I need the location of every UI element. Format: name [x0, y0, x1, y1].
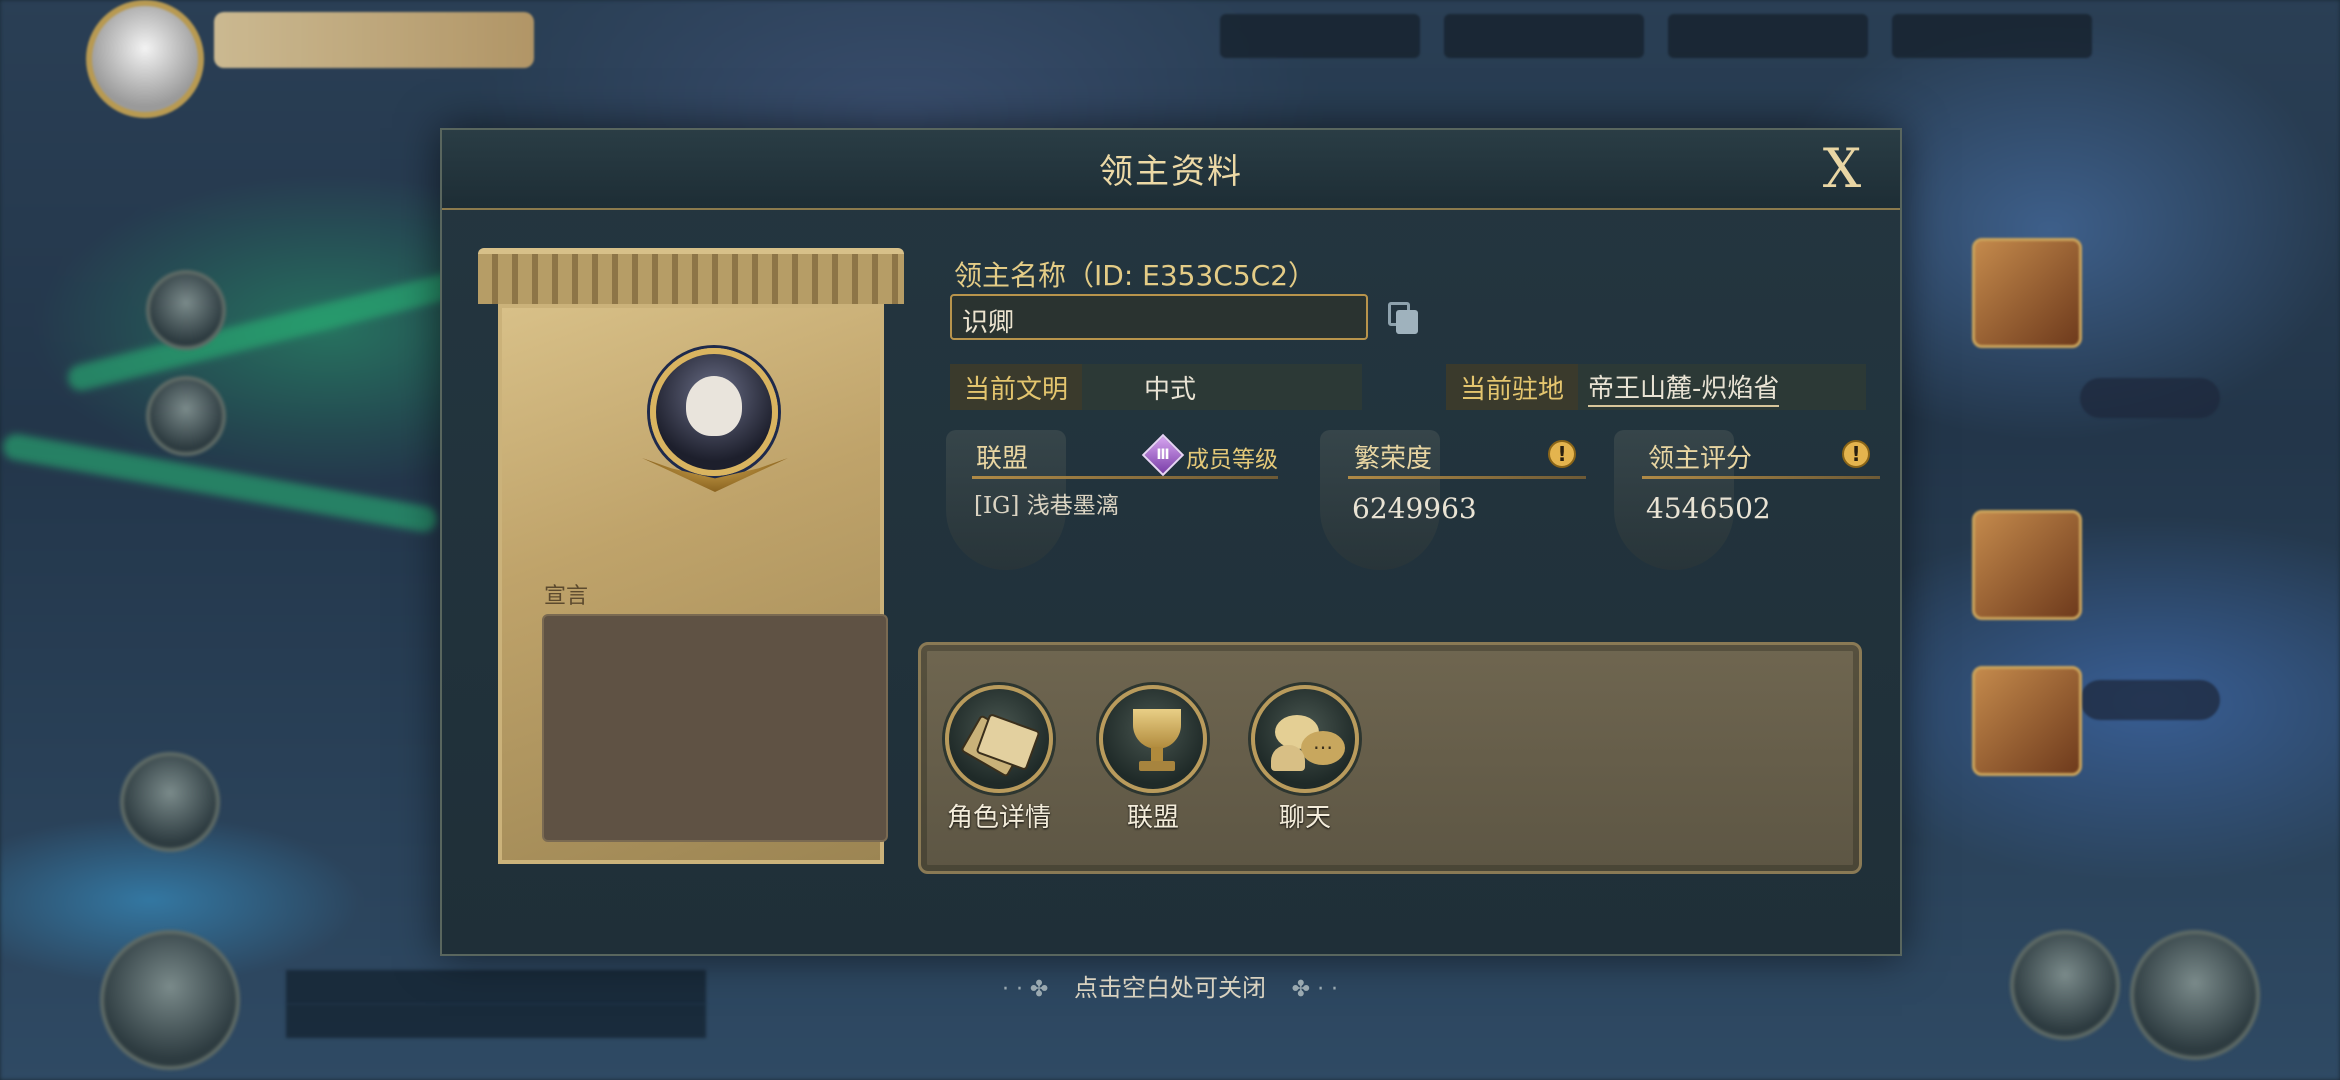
portrait-panel: 宣言: [478, 248, 904, 888]
location-value[interactable]: 帝王山麓-炽焰省: [1588, 368, 1780, 407]
action-label: 联盟: [1126, 803, 1179, 833]
trophy-icon: [1099, 685, 1207, 793]
modal-title: 领主资料: [1099, 152, 1243, 192]
declaration-box: [542, 614, 888, 842]
declaration-label: 宣言: [544, 584, 589, 609]
ornament-icon: ✤ · ·: [1291, 977, 1339, 1002]
copy-icon[interactable]: [1386, 300, 1422, 336]
close-button[interactable]: X: [1812, 136, 1872, 202]
portrait-frame: 宣言: [498, 304, 888, 864]
prosperity-value: 6249963: [1352, 492, 1477, 525]
alliance-value[interactable]: [IG] 浅巷墨漓: [974, 486, 1119, 520]
lord-avatar-emblem: [650, 348, 778, 476]
prosperity-info-icon[interactable]: !: [1548, 440, 1576, 468]
member-level-label: 成员等级: [1186, 447, 1278, 473]
close-hint-text: 点击空白处可关闭: [1074, 974, 1266, 1002]
chat-preview[interactable]: [286, 1004, 706, 1038]
lord-name-label: 领主名称（ID: E353C5C2）: [954, 259, 1317, 292]
hero-card[interactable]: [1972, 510, 2082, 620]
lord-score-label: 领主评分: [1648, 444, 1753, 474]
modal-header: 领主资料 X: [442, 130, 1900, 210]
hero-card[interactable]: [1972, 238, 2082, 348]
alliance-underline: [972, 476, 1278, 479]
location-value-box: 帝王山麓-炽焰省: [1578, 364, 1866, 410]
player-avatar[interactable]: [86, 0, 204, 118]
prosperity-label: 繁荣度: [1354, 444, 1433, 474]
close-hint[interactable]: · · ✤ 点击空白处可关闭 ✤ · ·: [0, 968, 2340, 1003]
action-label: 聊天: [1278, 803, 1331, 833]
civilization-label: 当前文明: [950, 364, 1083, 410]
hero-card-bar: [2080, 378, 2220, 418]
ornament-icon: · · ✤: [1001, 977, 1049, 1002]
hud-button[interactable]: [120, 752, 220, 852]
civilization-value: 中式: [1082, 364, 1362, 410]
hero-card[interactable]: [1972, 666, 2082, 776]
actions-panel: 角色详情 联盟 … 聊天: [918, 642, 1862, 874]
hud-button[interactable]: [146, 376, 226, 456]
chat-button[interactable]: … 聊天: [1245, 685, 1365, 834]
resource-bar: [1220, 14, 2092, 58]
action-label: 角色详情: [946, 803, 1051, 833]
location-label: 当前驻地: [1446, 364, 1579, 410]
currency-bar[interactable]: [214, 12, 534, 68]
hero-card-bar: [2080, 680, 2220, 720]
cards-icon: [945, 685, 1053, 793]
lord-score-underline: [1642, 476, 1880, 479]
character-details-button[interactable]: 角色详情: [939, 685, 1059, 834]
resource-slot: [1220, 14, 1420, 58]
civilization-row: 当前文明 中式: [950, 364, 1362, 410]
lord-score-info-icon[interactable]: !: [1842, 440, 1870, 468]
member-rank-icon: Ⅲ: [1141, 433, 1185, 477]
prosperity-underline: [1348, 476, 1586, 479]
lord-score-value: 4546502: [1646, 492, 1771, 525]
alliance-label: 联盟: [976, 444, 1029, 474]
lord-profile-modal: 领主资料 X 宣言 领主名称（ID: E353C5C2） 识卿 当前文明 中式 …: [440, 128, 1902, 956]
alliance-button[interactable]: 联盟: [1093, 685, 1213, 834]
lord-name-field[interactable]: 识卿: [950, 294, 1368, 340]
portrait-frame-top: [478, 248, 904, 304]
avatar-face: [686, 376, 742, 436]
chat-icon: …: [1251, 685, 1359, 793]
resource-slot: [1444, 14, 1644, 58]
resource-slot: [1892, 14, 2092, 58]
resource-slot: [1668, 14, 1868, 58]
hud-button[interactable]: [146, 270, 226, 350]
location-row: 当前驻地 帝王山麓-炽焰省: [1446, 364, 1866, 410]
